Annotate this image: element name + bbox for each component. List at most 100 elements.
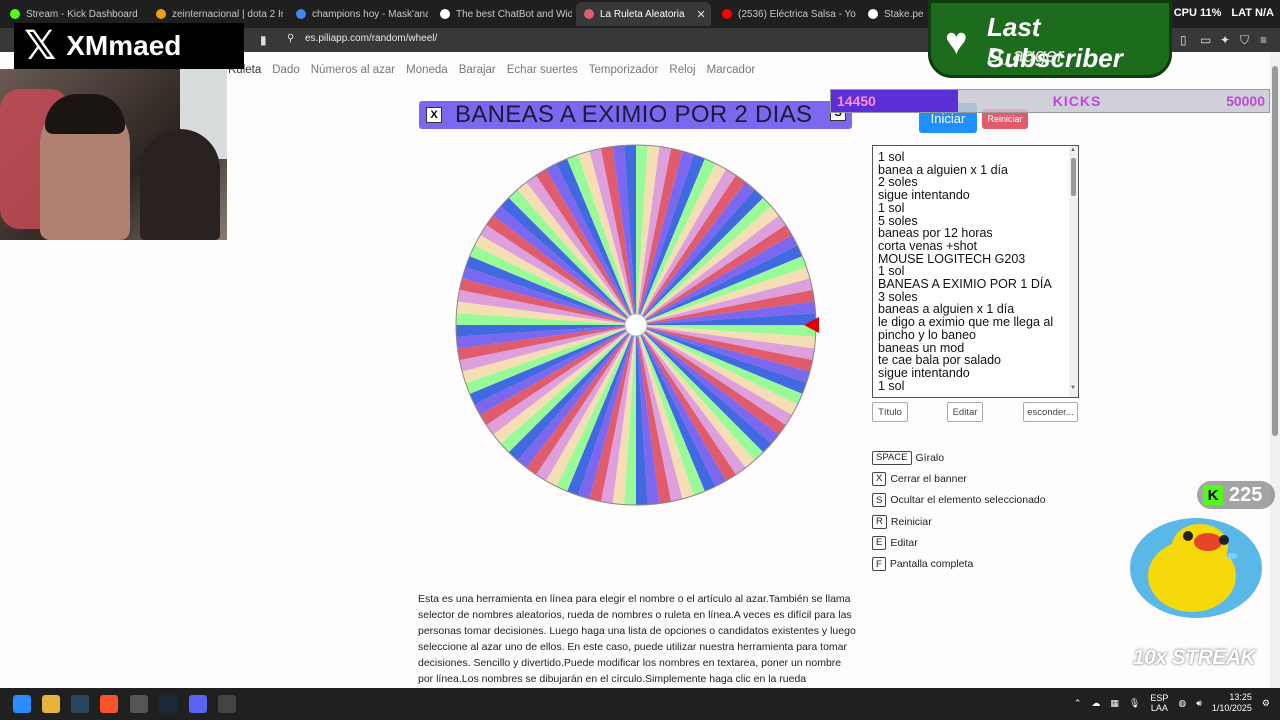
streamer-tag: 𝕏 XMmaed	[14, 23, 244, 69]
shortcut-key: SPACE	[872, 450, 912, 465]
tab-title: La Ruleta Aleatoria	[600, 8, 685, 20]
scroll-up-icon[interactable]: ▲	[1070, 147, 1076, 153]
option-line: 1 sol	[878, 150, 905, 164]
title-button[interactable]: Título	[872, 402, 908, 422]
system-stats: CPU 11% LAT N/A	[1174, 7, 1274, 19]
shortcut-row: SPACE Gíralo	[872, 447, 1046, 468]
calculator-icon[interactable]	[218, 695, 236, 713]
page-scrollbar[interactable]	[1270, 52, 1280, 688]
site-nav-item[interactable]: Barajar	[459, 64, 496, 76]
streamer-name: XMmaed	[66, 30, 182, 61]
notifications-icon[interactable]: ⚙	[1262, 698, 1270, 709]
heart-icon: ♥	[945, 21, 968, 63]
site-nav-item[interactable]: Marcador	[707, 64, 756, 76]
tab-title: zeinternacional | dota 2 Inicio	[172, 8, 283, 20]
kicks-goal-bar: 14450 KICKS 50000	[830, 89, 1270, 113]
site-nav-item[interactable]: Echar suertes	[507, 64, 578, 76]
shortcut-row: F Pantalla completa	[872, 553, 1046, 574]
tab-favicon-icon	[584, 9, 594, 19]
browser-tab[interactable]: La Ruleta Aleatoria ✕	[576, 2, 711, 26]
browser-tab[interactable]: (2536) Eléctrica Salsa - You	[714, 2, 856, 26]
shortcut-key: E	[872, 535, 887, 550]
wifi-icon[interactable]: ◍	[1178, 698, 1186, 709]
clock-time: 13:25	[1229, 692, 1252, 702]
goal-label: KICKS	[1052, 93, 1102, 109]
duck-emote-icon	[1130, 518, 1262, 618]
tab-title: Stake.pe	[884, 8, 924, 20]
tab-favicon-icon	[440, 9, 450, 19]
banner-title: BANEAS A EXIMIO POR 2 DIAS	[455, 101, 813, 128]
site-nav-item[interactable]: Dado	[272, 64, 300, 76]
file-explorer-icon[interactable]	[42, 695, 60, 713]
kick-count: 225	[1229, 483, 1263, 506]
hide-button[interactable]: esconder...	[1023, 402, 1078, 422]
shortcut-label: Pantalla completa	[889, 558, 974, 571]
option-line: pincho y lo baneo	[878, 327, 976, 342]
option-line: 1 sol	[878, 200, 905, 215]
clock[interactable]: 13:25 1/10/2025	[1212, 692, 1252, 714]
banner-close-button[interactable]: X	[426, 107, 442, 123]
tab-favicon-icon	[156, 9, 166, 19]
shortcut-row: R Reiniciar	[872, 511, 1046, 532]
option-line: 1 sol	[878, 378, 905, 393]
browser-tab[interactable]: Stake.pe	[860, 2, 930, 26]
wallet-icon[interactable]: ▭	[1200, 33, 1211, 47]
shortcut-key: F	[872, 557, 886, 572]
cpu-stat: CPU 11%	[1173, 7, 1222, 19]
shortcut-row: X Cerrar el banner	[872, 468, 1046, 489]
extensions-icon[interactable]: ✦	[1220, 33, 1230, 47]
brave-browser-icon[interactable]	[100, 695, 118, 713]
tab-favicon-icon	[868, 9, 878, 19]
tab-title: champions hoy - Mask'ana Go	[312, 8, 428, 20]
option-line: BANEAS A EXIMIO POR 1 DÍA	[878, 277, 1052, 292]
last-subscriber-widget: ♥ Last Subscriber D_agger	[928, 0, 1172, 78]
chevron-up-icon[interactable]: ⌃	[1074, 698, 1082, 709]
obs-icon[interactable]	[130, 695, 148, 713]
tool-description: Esta es una herramienta en línea para el…	[418, 593, 856, 685]
close-tab-icon[interactable]: ✕	[697, 8, 706, 21]
sidebar-icon[interactable]: ▯	[1180, 33, 1187, 47]
scroll-down-icon[interactable]: ▼	[1070, 385, 1076, 391]
tab-favicon-icon	[296, 9, 306, 19]
textarea-scrollbar[interactable]: ▲ ▼	[1069, 146, 1078, 397]
option-line: MOUSE LOGITECH G203	[878, 251, 1026, 266]
x-logo-icon: 𝕏	[24, 24, 57, 68]
shortcut-key: R	[872, 514, 887, 529]
shield-icon[interactable]: ⛉	[1240, 33, 1249, 48]
site-nav-item[interactable]: Temporizador	[589, 64, 659, 76]
mic-icon[interactable]: 🎙︎	[1129, 698, 1140, 709]
site-nav-item[interactable]: Moneda	[406, 64, 448, 76]
language-layout: LAA	[1150, 703, 1168, 713]
discord-icon[interactable]	[189, 695, 207, 713]
cloud-icon[interactable]: ☁	[1091, 698, 1100, 709]
wheel-hub	[624, 313, 648, 337]
site-info-icon[interactable]: ⚲	[287, 33, 294, 44]
shortcut-label: Gíralo	[915, 451, 945, 464]
bookmark-icon[interactable]: ▮	[260, 33, 267, 47]
language-indicator[interactable]: ESP LAA	[1150, 693, 1168, 713]
site-nav: Ruleta Dado Números al azar Moneda Barajar Ec…	[228, 64, 755, 76]
clock-date: 1/10/2025	[1211, 703, 1252, 713]
option-line: le digo a eximio que me llega al	[878, 315, 1054, 330]
network-icon[interactable]: ▦	[1110, 698, 1119, 709]
steam-icon[interactable]	[71, 695, 89, 713]
kick-icon: K	[1203, 485, 1223, 505]
steam-app-icon[interactable]	[159, 695, 177, 713]
shortcut-key: S	[872, 493, 887, 508]
options-textarea[interactable]: 1 sol banea a alguien x 1 día 2 soles sigue…	[872, 145, 1079, 398]
browser-tab[interactable]: champions hoy - Mask'ana Go	[288, 2, 428, 26]
random-wheel[interactable]	[453, 142, 819, 508]
url-field[interactable]: es.piliapp.com/random/wheel/	[305, 33, 437, 44]
site-nav-item[interactable]: Números al azar	[311, 64, 395, 76]
keyboard-shortcuts: SPACE Gíralo X Cerrar el banner S Ocultar el …	[872, 447, 1046, 575]
site-nav-item[interactable]: Reloj	[669, 64, 695, 76]
tab-favicon-icon	[722, 9, 732, 19]
last-subscriber-name: D_agger	[987, 45, 1064, 67]
windows-start-icon[interactable]	[13, 695, 31, 713]
menu-icon[interactable]: ≡	[1260, 33, 1267, 47]
edit-button[interactable]: Editar	[947, 402, 983, 422]
language-code: ESP	[1150, 693, 1169, 703]
browser-tab[interactable]: The best ChatBot and Widget	[432, 2, 572, 26]
tab-title: The best ChatBot and Widget	[456, 8, 572, 20]
volume-icon[interactable]: 🔊︎	[1196, 698, 1202, 709]
